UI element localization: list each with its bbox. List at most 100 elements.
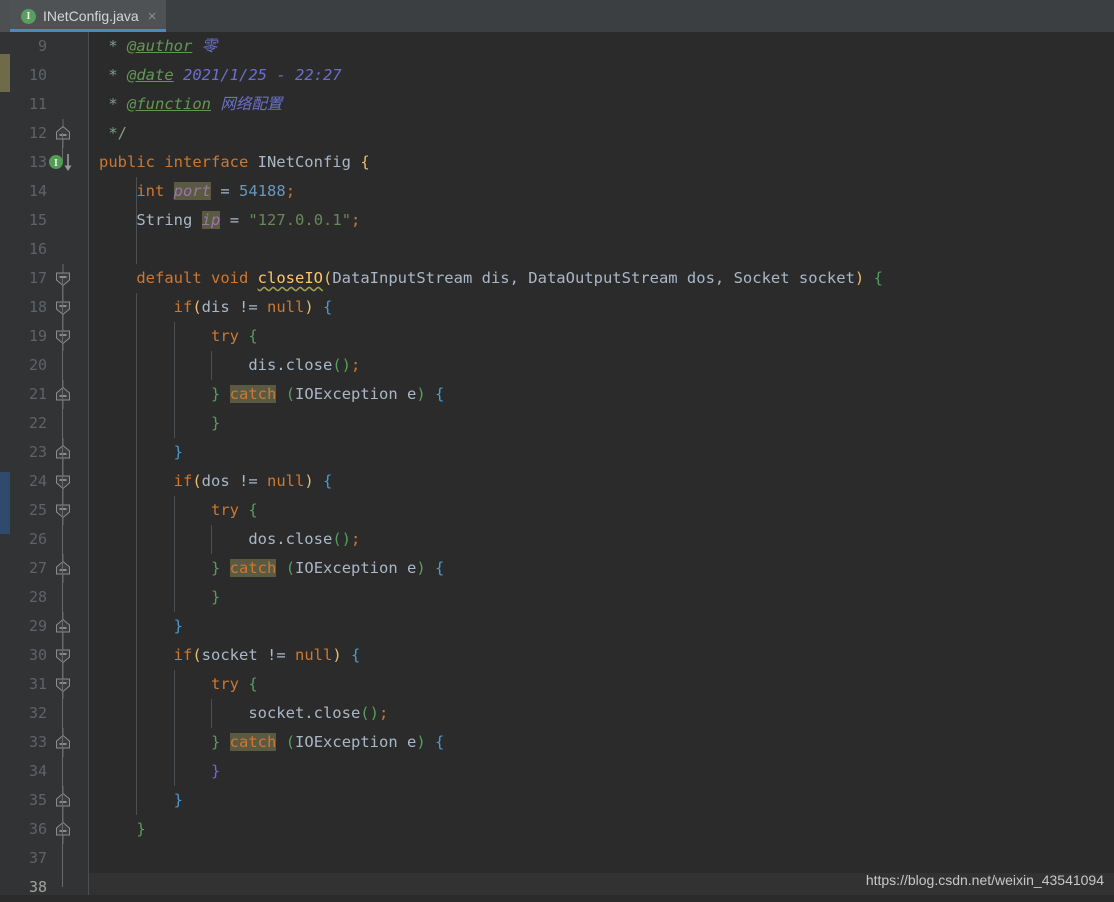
code-line[interactable]: } [89, 815, 1114, 844]
code-line[interactable]: if(dos != null) { [89, 467, 1114, 496]
line-number: 36 [28, 820, 47, 838]
code-line[interactable]: int port = 54188; [89, 177, 1114, 206]
fold-toggle-icon[interactable] [54, 467, 72, 496]
code-line[interactable]: socket.close(); [89, 699, 1114, 728]
fold-toggle-icon[interactable] [54, 815, 72, 844]
fold-toggle-icon[interactable] [54, 438, 72, 467]
code-line[interactable]: } [89, 612, 1114, 641]
code-line[interactable]: try { [89, 670, 1114, 699]
indent-guide [136, 293, 138, 815]
code-line[interactable]: } [89, 409, 1114, 438]
code-surface[interactable]: * @author 零 * @date 2021/1/25 - 22:27 * … [89, 32, 1114, 895]
editor-gutter[interactable]: 9 10 11 12 13 14 15 16 17 18 19 20 21 22 23 24 25 26 27 28 2… [10, 32, 89, 896]
line-number: 25 [28, 501, 47, 519]
code-line[interactable]: String ip = "127.0.0.1"; [89, 206, 1114, 235]
fold-toggle-icon[interactable] [54, 380, 72, 409]
line-number: 20 [28, 356, 47, 374]
code-line[interactable]: * @function 网络配置 [89, 90, 1114, 119]
fold-toggle-icon[interactable] [54, 496, 72, 525]
line-number: 37 [28, 849, 47, 867]
line-number: 9 [37, 37, 47, 55]
line-number: 14 [28, 182, 47, 200]
line-number: 38 [28, 878, 47, 896]
indent-guide [210, 525, 212, 554]
code-line[interactable]: public interface INetConfig { [89, 148, 1114, 177]
line-number: 29 [28, 617, 47, 635]
fold-toggle-icon[interactable] [54, 322, 72, 351]
fold-connector [62, 452, 63, 481]
close-icon[interactable]: × [146, 9, 157, 24]
indent-guide [210, 351, 212, 380]
fold-toggle-icon[interactable] [54, 554, 72, 583]
line-number: 35 [28, 791, 47, 809]
line-number: 22 [28, 414, 47, 432]
code-line[interactable]: if(socket != null) { [89, 641, 1114, 670]
code-line[interactable]: } catch (IOException e) { [89, 554, 1114, 583]
code-line[interactable]: dos.close(); [89, 525, 1114, 554]
fold-toggle-icon[interactable] [54, 641, 72, 670]
code-line[interactable]: if(dis != null) { [89, 293, 1114, 322]
fold-connector [62, 655, 63, 684]
change-marker-added[interactable] [0, 472, 10, 534]
code-line[interactable]: } [89, 438, 1114, 467]
code-line[interactable] [89, 235, 1114, 264]
fold-toggle-icon[interactable] [54, 293, 72, 322]
fold-connector [62, 800, 63, 829]
line-number: 34 [28, 762, 47, 780]
line-number: 10 [28, 66, 47, 84]
fold-toggle-icon[interactable] [54, 612, 72, 641]
fold-toggle-icon[interactable] [54, 264, 72, 293]
code-line[interactable]: dis.close(); [89, 351, 1114, 380]
change-marker-modified[interactable] [0, 54, 10, 92]
fold-connector [62, 568, 63, 626]
fold-connector [62, 626, 63, 655]
code-line[interactable]: } [89, 757, 1114, 786]
indent-guide [210, 699, 212, 728]
fold-connector [62, 336, 63, 394]
code-line[interactable]: */ [89, 119, 1114, 148]
fold-connector [62, 510, 63, 568]
code-line[interactable]: * @author 零 [89, 32, 1114, 61]
fold-connector [62, 278, 63, 307]
code-line[interactable]: } catch (IOException e) { [89, 728, 1114, 757]
line-number: 31 [28, 675, 47, 693]
line-number: 33 [28, 733, 47, 751]
watermark: https://blog.csdn.net/weixin_43541094 [865, 872, 1104, 888]
code-line[interactable]: } [89, 583, 1114, 612]
line-number: 21 [28, 385, 47, 403]
code-line[interactable] [89, 844, 1114, 873]
fold-connector [62, 394, 63, 452]
line-number: 26 [28, 530, 47, 548]
code-editor[interactable]: 9 10 11 12 13 14 15 16 17 18 19 20 21 22 23 24 25 26 27 28 2… [0, 32, 1114, 896]
tabbar-left-stub [0, 0, 10, 32]
svg-text:I: I [54, 158, 58, 169]
code-line[interactable]: } [89, 786, 1114, 815]
line-number: 13 [28, 153, 47, 171]
editor-tab-bar: I INetConfig.java × [0, 0, 1114, 32]
code-line[interactable]: } catch (IOException e) { [89, 380, 1114, 409]
code-line[interactable]: try { [89, 496, 1114, 525]
line-number: 32 [28, 704, 47, 722]
fold-toggle-icon[interactable] [54, 786, 72, 815]
fold-toggle-icon[interactable] [54, 670, 72, 699]
code-line[interactable]: default void closeIO(DataInputStream dis… [89, 264, 1114, 293]
line-number: 23 [28, 443, 47, 461]
line-number: 24 [28, 472, 47, 490]
line-number: 11 [28, 95, 47, 113]
indent-guide [136, 177, 138, 264]
implemented-method-icon[interactable]: I [48, 148, 78, 177]
line-number: 30 [28, 646, 47, 664]
tab-inetconfig-java[interactable]: I INetConfig.java × [10, 0, 167, 32]
code-line[interactable]: * @date 2021/1/25 - 22:27 [89, 61, 1114, 90]
fold-connector [62, 684, 63, 742]
fold-connector [62, 481, 63, 510]
fold-toggle-icon[interactable] [54, 728, 72, 757]
code-line[interactable]: try { [89, 322, 1114, 351]
indent-guide [173, 670, 175, 786]
line-number: 17 [28, 269, 47, 287]
fold-toggle-icon[interactable] [54, 119, 72, 148]
line-number: 18 [28, 298, 47, 316]
line-number: 16 [28, 240, 47, 258]
line-number: 28 [28, 588, 47, 606]
line-number: 15 [28, 211, 47, 229]
